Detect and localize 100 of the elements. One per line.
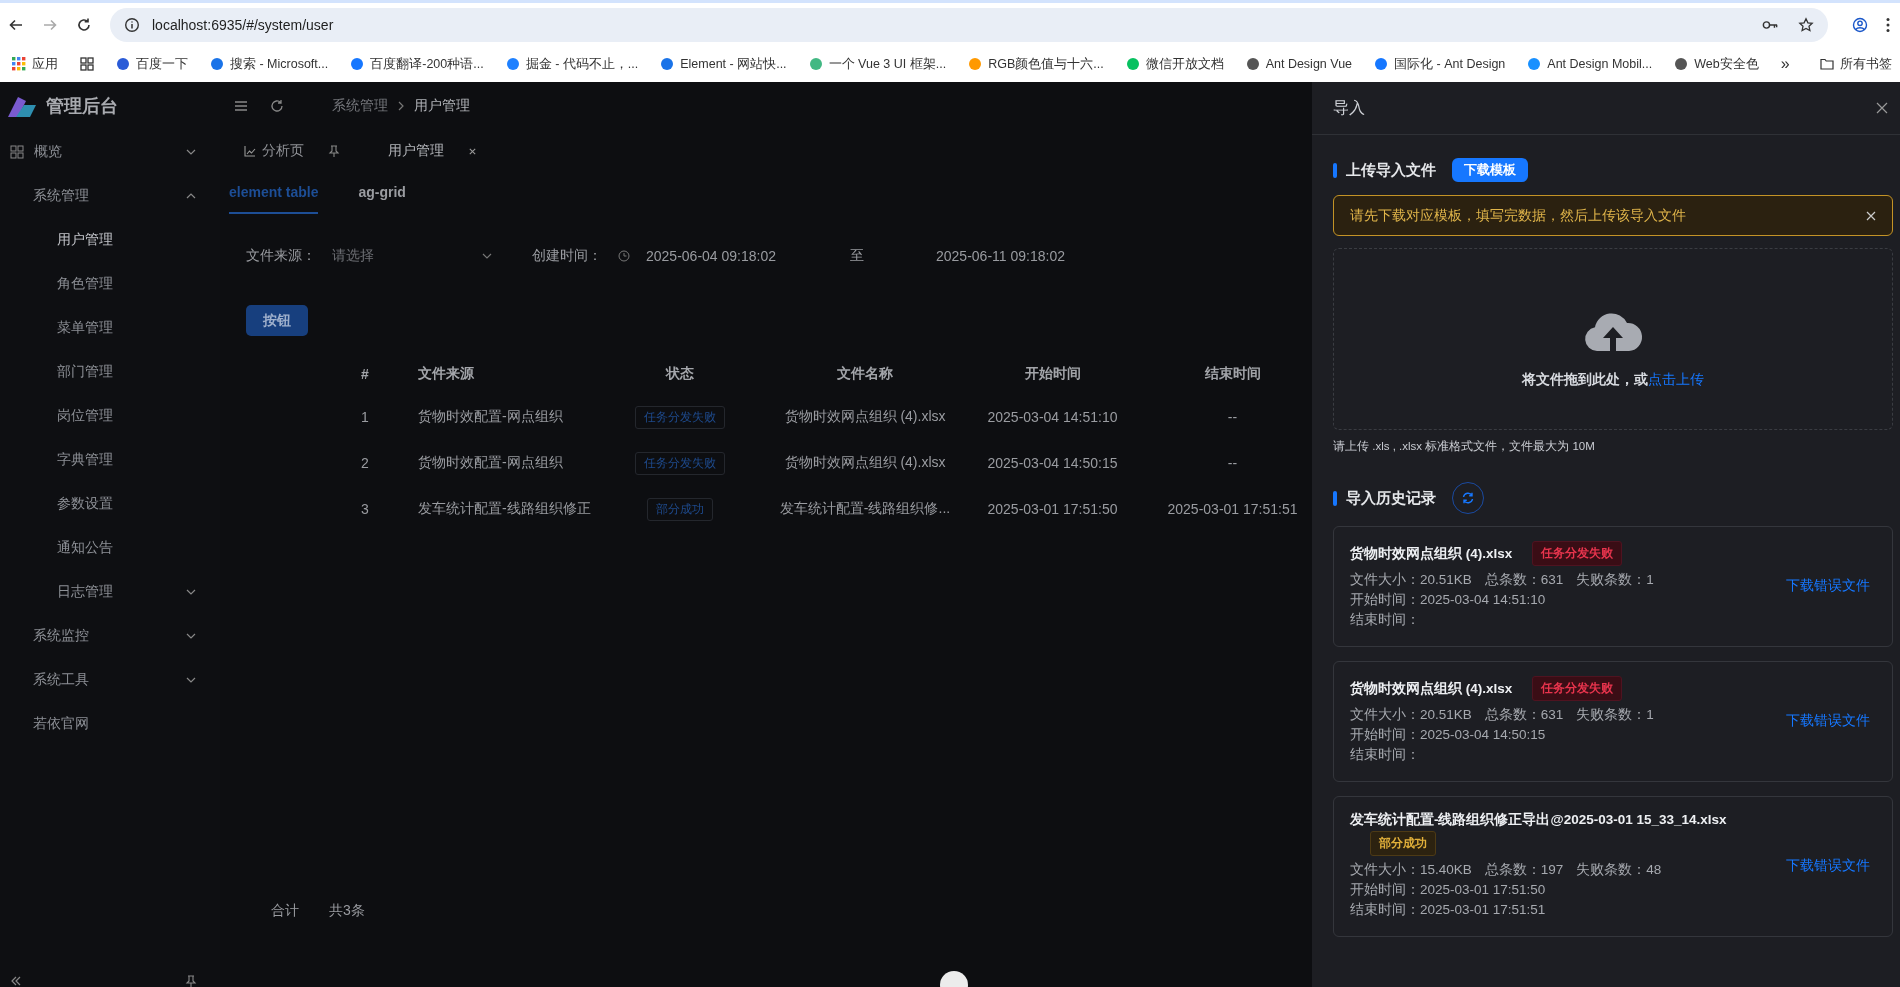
stat-text: 文件大小：20.51KB — [1350, 706, 1472, 724]
menu-item[interactable]: 系统工具 — [0, 658, 220, 702]
menu-item[interactable]: 系统监控 — [0, 614, 220, 658]
download-link[interactable]: 下载错误文件 — [1786, 711, 1870, 730]
close-icon[interactable] — [1866, 210, 1876, 221]
start-time: 开始时间：2025-03-01 17:51:50 — [1350, 881, 1547, 899]
info-icon[interactable] — [124, 16, 140, 33]
menu-item[interactable]: 角色管理 — [0, 262, 220, 306]
table-cell: 货物时效网点组织 (4).xlsx — [784, 408, 946, 426]
bookmark[interactable]: Element - 网站快... — [660, 55, 787, 73]
pin-icon[interactable] — [185, 975, 197, 987]
menu-item[interactable]: 岗位管理 — [0, 394, 220, 438]
menu-item[interactable]: 部门管理 — [0, 350, 220, 394]
table-cell: 2025-03-04 14:50:15 — [987, 455, 1118, 471]
address-bar[interactable]: localhost:6935/#/system/user — [110, 7, 1828, 42]
table-cell: 3 — [361, 501, 369, 517]
brand-title: 管理后台 — [46, 95, 118, 118]
chevron-icon — [482, 253, 492, 259]
filter-label: 文件来源： — [246, 247, 316, 265]
row-count: 共3条 — [329, 902, 365, 920]
collapse-icon[interactable] — [10, 975, 22, 987]
stat-text: 文件大小：15.40KB — [1350, 861, 1472, 879]
menu-item[interactable]: 概览 — [0, 130, 220, 174]
table-cell: 货物时效网点组织 (4).xlsx — [784, 454, 946, 472]
action-button[interactable]: 按钮 — [246, 305, 308, 336]
favicon-icon — [350, 57, 365, 71]
stat-text: 总条数：631 — [1484, 571, 1564, 589]
table-cell: 2025-03-01 17:51:50 — [987, 501, 1118, 517]
reload-icon[interactable] — [76, 16, 92, 33]
favicon-icon — [660, 57, 675, 71]
close-icon[interactable] — [1876, 102, 1888, 114]
end-time: 结束时间：2025-03-01 17:51:51 — [1350, 901, 1547, 919]
bookmark[interactable]: 一个 Vue 3 UI 框架... — [808, 55, 947, 73]
stat-text: 总条数：631 — [1484, 706, 1564, 724]
bookmark[interactable]: Ant Design Mobil... — [1527, 57, 1653, 71]
table-cell: 2 — [361, 455, 369, 471]
template-button[interactable]: 下载模板 — [1452, 158, 1528, 182]
menu-item[interactable]: 用户管理 — [0, 218, 220, 262]
menu-item[interactable]: 日志管理 — [0, 570, 220, 614]
table-cell-text: 货物时效配置-网点组织 — [417, 408, 563, 426]
bookmark[interactable]: 百度翻译-200种语... — [350, 55, 484, 73]
upload-link[interactable]: 点击上传 — [1648, 371, 1704, 387]
favicon-icon — [1674, 57, 1689, 71]
menu-item[interactable]: 菜单管理 — [0, 306, 220, 350]
status-tag: 任务分发失败 — [635, 405, 725, 429]
grid-icon[interactable] — [80, 57, 94, 71]
bookmark[interactable]: Ant Design Vue — [1245, 57, 1353, 71]
end-time: 结束时间： — [1350, 746, 1421, 764]
summary-label: 合计 — [271, 902, 299, 920]
favicon-icon — [1527, 57, 1542, 71]
star-icon[interactable] — [1798, 16, 1814, 33]
menu-icon[interactable] — [1886, 16, 1890, 33]
folder-icon — [1819, 57, 1834, 71]
page-tab[interactable]: 用户管理 — [388, 136, 477, 166]
bookmark[interactable]: 掘金 - 代码不止，... — [505, 55, 639, 73]
bookmark[interactable]: RGB颜色值与十六... — [968, 55, 1104, 73]
bookmark[interactable]: Web安全色 — [1674, 55, 1759, 73]
column-header: 文件名称 — [837, 365, 893, 383]
breadcrumb-item[interactable]: 系统管理 — [332, 97, 388, 115]
table-cell: -- — [1227, 455, 1238, 471]
pin-icon — [328, 145, 340, 157]
date-range-field[interactable]: 2025-06-04 09:18:02 至 2025-06-11 09:18:02 — [618, 247, 1065, 265]
bookmark[interactable]: 百度一下 — [116, 55, 188, 73]
stat-text: 失败条数：1 — [1576, 706, 1654, 724]
column-header: 状态 — [666, 365, 694, 383]
column-header: 开始时间 — [1024, 365, 1081, 383]
section-marker — [1333, 490, 1337, 506]
view-tab[interactable]: ag-grid — [358, 172, 406, 214]
menu-item[interactable]: 参数设置 — [0, 482, 220, 526]
bookmark[interactable]: 微信开放文档 — [1125, 55, 1224, 73]
file-name: 货物时效网点组织 (4).xlsx — [1350, 544, 1513, 563]
menu-item[interactable]: 字典管理 — [0, 438, 220, 482]
upload-dropzone[interactable]: 将文件拖到此处，或点击上传 — [1333, 248, 1893, 430]
menu-item[interactable]: 若依官网 — [0, 702, 220, 746]
menu-item[interactable]: 系统管理 — [0, 174, 220, 218]
section-marker — [1333, 162, 1337, 178]
stat-text: 失败条数：48 — [1576, 861, 1662, 879]
favicon-icon — [116, 57, 130, 71]
favicon-icon — [1245, 57, 1260, 71]
table-cell: 发车统计配置-线路组织修... — [779, 500, 951, 518]
refresh-icon[interactable] — [270, 99, 284, 113]
favicon-icon — [1125, 57, 1140, 71]
source-select[interactable]: 请选择 — [332, 247, 492, 265]
close-icon[interactable] — [468, 146, 477, 156]
bookmark[interactable]: 国际化 - Ant Design — [1374, 55, 1506, 73]
refresh-icon — [1461, 491, 1475, 505]
column-header: # — [361, 366, 369, 382]
page-tab[interactable]: 分析页 — [244, 136, 340, 166]
menu-item[interactable]: 通知公告 — [0, 526, 220, 570]
table-cell: 2025-03-04 14:51:10 — [987, 409, 1118, 425]
table-cell: -- — [1227, 409, 1238, 425]
download-link[interactable]: 下载错误文件 — [1786, 856, 1870, 875]
bookmark[interactable]: 应用 — [12, 55, 58, 73]
profile-icon[interactable] — [1852, 16, 1868, 33]
download-link[interactable]: 下载错误文件 — [1786, 576, 1870, 595]
favicon-icon — [505, 57, 520, 71]
stat-text: 失败条数：1 — [1576, 571, 1654, 589]
more-bookmarks[interactable]: » — [1780, 55, 1790, 73]
bookmark[interactable]: 搜索 - Microsoft... — [210, 55, 329, 73]
all-bookmarks[interactable]: 所有书签 — [1819, 55, 1892, 73]
